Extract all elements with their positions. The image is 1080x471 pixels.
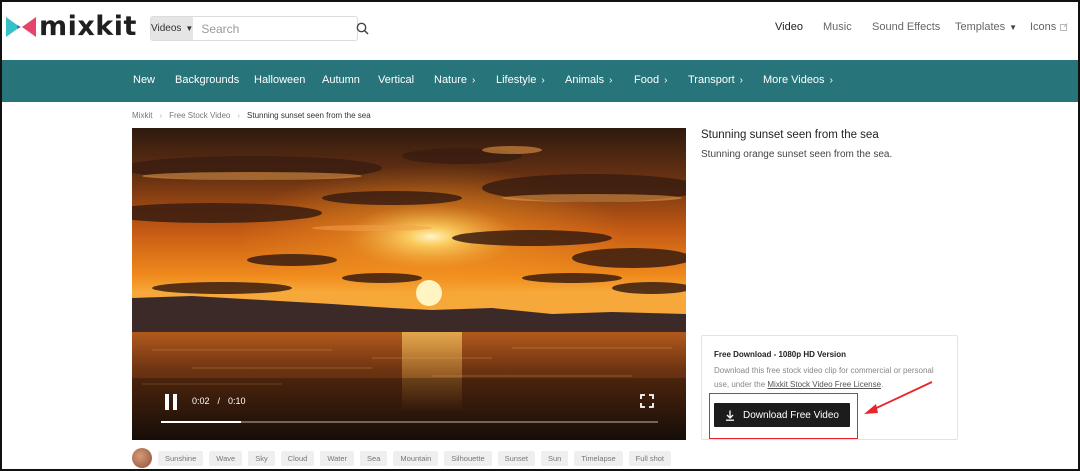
video-progress-bar[interactable] xyxy=(161,421,658,423)
search-input[interactable] xyxy=(193,17,357,40)
sunset-video-frame xyxy=(132,128,686,440)
category-nature[interactable]: Nature › xyxy=(434,74,475,86)
category-label: Lifestyle xyxy=(496,74,537,86)
category-label: Nature xyxy=(434,74,468,86)
category-halloween[interactable]: Halloween xyxy=(254,74,305,86)
fullscreen-icon[interactable] xyxy=(640,394,654,408)
category-transport[interactable]: Transport › xyxy=(688,74,743,86)
chevron-right-icon: › xyxy=(664,74,668,86)
category-label: Food xyxy=(634,74,660,86)
search-icon xyxy=(356,22,369,35)
external-link-icon xyxy=(1060,23,1069,31)
caret-down-icon: ▼ xyxy=(185,24,194,33)
video-description: Stunning orange sunset seen from the sea… xyxy=(701,149,893,160)
category-label: More Videos xyxy=(763,74,825,86)
search-button[interactable] xyxy=(356,17,369,40)
caret-down-icon: ▼ xyxy=(1009,22,1018,32)
nav-icons[interactable]: Icons xyxy=(1030,21,1069,33)
chevron-right-icon: › xyxy=(829,74,833,86)
category-autumn[interactable]: Autumn xyxy=(322,74,360,86)
search-category-select[interactable]: Videos ▼ xyxy=(151,17,194,40)
tag-sun[interactable]: Sun xyxy=(540,450,569,466)
category-lifestyle[interactable]: Lifestyle › xyxy=(496,74,545,86)
current-time: 0:02 xyxy=(192,396,210,406)
category-vertical[interactable]: Vertical xyxy=(378,74,414,86)
tag-mountain[interactable]: Mountain xyxy=(393,450,439,466)
tag-silhouette[interactable]: Silhouette xyxy=(444,450,492,466)
video-progress-fill xyxy=(161,421,241,423)
tag-sunset[interactable]: Sunset xyxy=(497,450,535,466)
tag-cloud[interactable]: Cloud xyxy=(280,450,315,466)
nav-templates-label: Templates xyxy=(955,21,1006,33)
category-nav: New Backgrounds Halloween Autumn Vertica… xyxy=(2,60,1078,102)
chevron-right-icon: › xyxy=(159,111,163,120)
search-bar: Videos ▼ xyxy=(150,16,369,41)
site-header: mixkit Videos ▼ Video Music Sound Effect… xyxy=(0,0,1080,60)
logo-wordmark: mixkit xyxy=(39,11,137,42)
tag-sea[interactable]: Sea xyxy=(360,450,388,466)
category-more-videos[interactable]: More Videos › xyxy=(763,74,833,86)
nav-video[interactable]: Video xyxy=(775,21,803,33)
video-player[interactable]: 0:02 / 0:10 xyxy=(132,128,686,440)
nav-icons-label: Icons xyxy=(1030,21,1057,33)
breadcrumb-mixkit[interactable]: Mixkit xyxy=(132,111,152,120)
nav-templates[interactable]: Templates ▼ xyxy=(955,21,1017,33)
category-animals[interactable]: Animals › xyxy=(565,74,612,86)
category-label: Halloween xyxy=(254,74,306,86)
pause-button[interactable] xyxy=(165,394,179,410)
search-category-label: Videos xyxy=(151,23,182,34)
tag-sunshine[interactable]: Sunshine xyxy=(158,450,204,466)
pause-icon-bar xyxy=(173,394,177,410)
category-label: Vertical xyxy=(378,74,415,86)
chevron-right-icon: › xyxy=(472,74,476,86)
time-separator: / xyxy=(217,396,221,406)
category-label: New xyxy=(133,74,156,86)
pause-icon xyxy=(165,394,169,410)
duration: 0:10 xyxy=(228,396,246,406)
chevron-right-icon: › xyxy=(739,74,744,86)
category-backgrounds[interactable]: Backgrounds xyxy=(175,74,239,86)
video-title: Stunning sunset seen from the sea xyxy=(701,129,879,141)
annotation-arrow-icon xyxy=(864,381,933,414)
tag-list: Sunshine Wave Sky Cloud Water Sea Mounta… xyxy=(132,448,672,468)
annotation-highlight-box xyxy=(709,393,858,439)
category-label: Autumn xyxy=(322,74,360,86)
chevron-right-icon: › xyxy=(237,111,241,120)
category-label: Transport xyxy=(688,74,735,86)
breadcrumb: Mixkit › Free Stock Video › Stunning sun… xyxy=(132,111,371,120)
creator-avatar[interactable] xyxy=(132,448,152,468)
nav-music[interactable]: Music xyxy=(823,21,852,33)
download-heading: Free Download - 1080p HD Version xyxy=(714,350,847,359)
category-new[interactable]: New xyxy=(133,74,155,86)
breadcrumb-current: Stunning sunset seen from the sea xyxy=(247,111,371,120)
tag-timelapse[interactable]: Timelapse xyxy=(574,450,623,466)
mixkit-logo[interactable]: mixkit xyxy=(6,11,137,42)
mixkit-logo-mark-icon xyxy=(6,17,36,37)
time-display: 0:02 / 0:10 xyxy=(192,396,246,406)
category-label: Animals xyxy=(565,74,605,86)
nav-sound-effects[interactable]: Sound Effects xyxy=(872,21,940,33)
chevron-right-icon: › xyxy=(541,74,545,86)
tag-water[interactable]: Water xyxy=(320,450,355,466)
breadcrumb-free-stock-video[interactable]: Free Stock Video xyxy=(169,111,230,120)
tag-wave[interactable]: Wave xyxy=(209,450,243,466)
tag-sky[interactable]: Sky xyxy=(248,450,275,466)
category-label: Backgrounds xyxy=(175,74,240,86)
category-food[interactable]: Food › xyxy=(634,74,667,86)
chevron-right-icon: › xyxy=(609,74,613,86)
tag-full-shot[interactable]: Full shot xyxy=(628,450,672,466)
